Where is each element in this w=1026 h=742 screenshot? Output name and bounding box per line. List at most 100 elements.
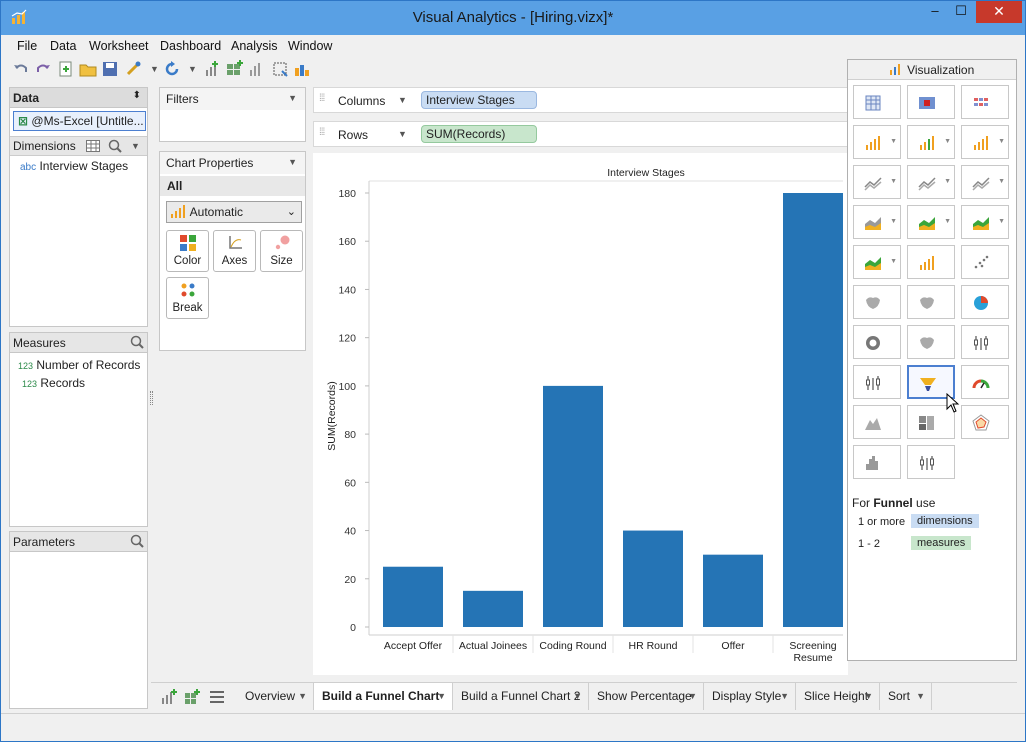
chart-type-button[interactable]: ▼ bbox=[907, 205, 955, 239]
sheet-list-icon[interactable] bbox=[209, 690, 225, 704]
chart-variant-dropdown-icon[interactable]: ▼ bbox=[890, 258, 897, 265]
chart-variant-dropdown-icon[interactable]: ▼ bbox=[998, 138, 1005, 145]
size-button[interactable]: Size bbox=[260, 230, 303, 272]
chart-type-button[interactable]: ▼ bbox=[961, 165, 1009, 199]
tab-menu-dropdown-icon[interactable]: ▼ bbox=[864, 683, 873, 709]
tab-menu-dropdown-icon[interactable]: ▼ bbox=[437, 683, 446, 709]
new-story-icon[interactable] bbox=[247, 60, 265, 78]
sheet-tab[interactable]: Sort ▼ bbox=[880, 683, 932, 710]
measure-item[interactable]: 123 Number of Records bbox=[18, 358, 140, 372]
color-button[interactable]: Color bbox=[166, 230, 209, 272]
undo-icon[interactable] bbox=[12, 60, 30, 78]
menu-data[interactable]: Data bbox=[50, 39, 76, 53]
new-worksheet-icon[interactable] bbox=[203, 60, 221, 78]
new-dashboard-tab-icon[interactable] bbox=[184, 689, 200, 705]
chart-variant-dropdown-icon[interactable]: ▼ bbox=[944, 178, 951, 185]
parameter-search-icon[interactable] bbox=[130, 534, 144, 548]
swap-axes-icon[interactable] bbox=[293, 60, 311, 78]
chart-variant-dropdown-icon[interactable]: ▼ bbox=[890, 138, 897, 145]
chart-type-button[interactable] bbox=[853, 85, 901, 119]
tab-menu-dropdown-icon[interactable]: ▼ bbox=[573, 683, 582, 709]
new-file-icon[interactable] bbox=[57, 60, 75, 78]
columns-dropdown-icon[interactable]: ▼ bbox=[398, 95, 407, 105]
table-view-icon[interactable] bbox=[86, 140, 100, 152]
chart-type-button[interactable] bbox=[853, 365, 901, 399]
refresh-icon[interactable] bbox=[163, 60, 181, 78]
dimension-search-icon[interactable] bbox=[108, 139, 122, 153]
chart-type-button[interactable] bbox=[853, 445, 901, 479]
menu-window[interactable]: Window bbox=[288, 39, 332, 53]
rows-dropdown-icon[interactable]: ▼ bbox=[398, 129, 407, 139]
chart-type-button[interactable] bbox=[853, 325, 901, 359]
chart-type-button[interactable]: ▼ bbox=[853, 165, 901, 199]
sort-arrows-icon[interactable]: ⬍ bbox=[133, 90, 141, 101]
sheet-tab[interactable]: Slice Height ▼ bbox=[796, 683, 880, 710]
chart-variant-dropdown-icon[interactable]: ▼ bbox=[890, 218, 897, 225]
chart-type-button[interactable] bbox=[907, 85, 955, 119]
new-dashboard-icon[interactable] bbox=[225, 60, 243, 78]
chart-type-button[interactable] bbox=[961, 285, 1009, 319]
chart-properties-dropdown-icon[interactable]: ▼ bbox=[288, 157, 297, 167]
chart-variant-dropdown-icon[interactable]: ▼ bbox=[944, 218, 951, 225]
tab-menu-dropdown-icon[interactable]: ▼ bbox=[780, 683, 789, 709]
filters-dropdown-icon[interactable]: ▼ bbox=[288, 93, 297, 103]
chart-type-button[interactable] bbox=[961, 325, 1009, 359]
chart-type-button[interactable]: ▼ bbox=[961, 125, 1009, 159]
break-button[interactable]: Break bbox=[166, 277, 209, 319]
rows-pill[interactable]: SUM(Records) bbox=[421, 125, 537, 143]
sheet-tab[interactable]: Build a Funnel Chart ▼ bbox=[314, 683, 453, 710]
chart-type-button[interactable] bbox=[961, 245, 1009, 279]
chart-type-button[interactable]: ▼ bbox=[907, 125, 955, 159]
tab-menu-dropdown-icon[interactable]: ▼ bbox=[298, 683, 307, 709]
menu-dashboard[interactable]: Dashboard bbox=[160, 39, 221, 53]
chart-type-button[interactable] bbox=[961, 365, 1009, 399]
chart-variant-dropdown-icon[interactable]: ▼ bbox=[998, 178, 1005, 185]
minimize-button[interactable]: – bbox=[925, 1, 945, 23]
menu-worksheet[interactable]: Worksheet bbox=[89, 39, 149, 53]
redo-icon[interactable] bbox=[34, 60, 52, 78]
chart-type-button[interactable]: ▼ bbox=[853, 205, 901, 239]
chart-type-button[interactable] bbox=[853, 285, 901, 319]
maximize-button[interactable]: ☐ bbox=[951, 1, 971, 23]
chart-type-button[interactable] bbox=[961, 405, 1009, 439]
clear-sheet-icon[interactable] bbox=[271, 60, 289, 78]
close-button[interactable]: ✕ bbox=[976, 1, 1022, 23]
axes-button[interactable]: Axes bbox=[213, 230, 256, 272]
dimension-item[interactable]: abc Interview Stages bbox=[20, 159, 128, 173]
chart-type-button[interactable] bbox=[961, 85, 1009, 119]
data-connect-dropdown-icon[interactable]: ▼ bbox=[150, 64, 159, 74]
chart-type-button[interactable] bbox=[907, 445, 955, 479]
chart-type-button[interactable] bbox=[907, 245, 955, 279]
chart-type-button[interactable] bbox=[907, 285, 955, 319]
chart-variant-dropdown-icon[interactable]: ▼ bbox=[944, 138, 951, 145]
menu-file[interactable]: File bbox=[17, 39, 37, 53]
open-folder-icon[interactable] bbox=[79, 60, 97, 78]
chart-type-button[interactable]: ▼ bbox=[907, 165, 955, 199]
columns-pill[interactable]: Interview Stages bbox=[421, 91, 537, 109]
dimensions-menu-dropdown-icon[interactable]: ▼ bbox=[131, 141, 140, 151]
chart-variant-dropdown-icon[interactable]: ▼ bbox=[890, 178, 897, 185]
chart-type-button[interactable]: ▼ bbox=[853, 125, 901, 159]
chart-type-button[interactable] bbox=[853, 405, 901, 439]
save-icon[interactable] bbox=[101, 60, 119, 78]
sheet-tab[interactable]: Build a Funnel Chart 2 ▼ bbox=[453, 683, 589, 710]
chart-type-button[interactable]: ▼ bbox=[961, 205, 1009, 239]
menu-analysis[interactable]: Analysis bbox=[231, 39, 278, 53]
data-source-selector[interactable]: ⊠ @Ms-Excel [Untitle... bbox=[13, 111, 146, 131]
panel-splitter-handle[interactable] bbox=[150, 391, 153, 405]
data-connect-icon[interactable] bbox=[125, 60, 143, 78]
tab-menu-dropdown-icon[interactable]: ▼ bbox=[916, 683, 925, 709]
sheet-tab[interactable]: Display Style ▼ bbox=[704, 683, 796, 710]
tab-menu-dropdown-icon[interactable]: ▼ bbox=[688, 683, 697, 709]
refresh-dropdown-icon[interactable]: ▼ bbox=[188, 64, 197, 74]
sheet-tab[interactable]: Overview ▼ bbox=[237, 683, 314, 710]
measure-search-icon[interactable] bbox=[130, 335, 144, 349]
sheet-tab[interactable]: Show Percentage ▼ bbox=[589, 683, 704, 710]
chart-type-button[interactable]: ▼ bbox=[853, 245, 901, 279]
chart-variant-dropdown-icon[interactable]: ▼ bbox=[998, 218, 1005, 225]
mark-type-select[interactable]: Automatic ⌄ bbox=[166, 201, 302, 223]
measure-item[interactable]: 123 Records bbox=[22, 376, 85, 390]
properties-scope[interactable]: All bbox=[160, 176, 305, 196]
chart-type-button[interactable] bbox=[907, 325, 955, 359]
new-worksheet-tab-icon[interactable] bbox=[161, 689, 177, 705]
